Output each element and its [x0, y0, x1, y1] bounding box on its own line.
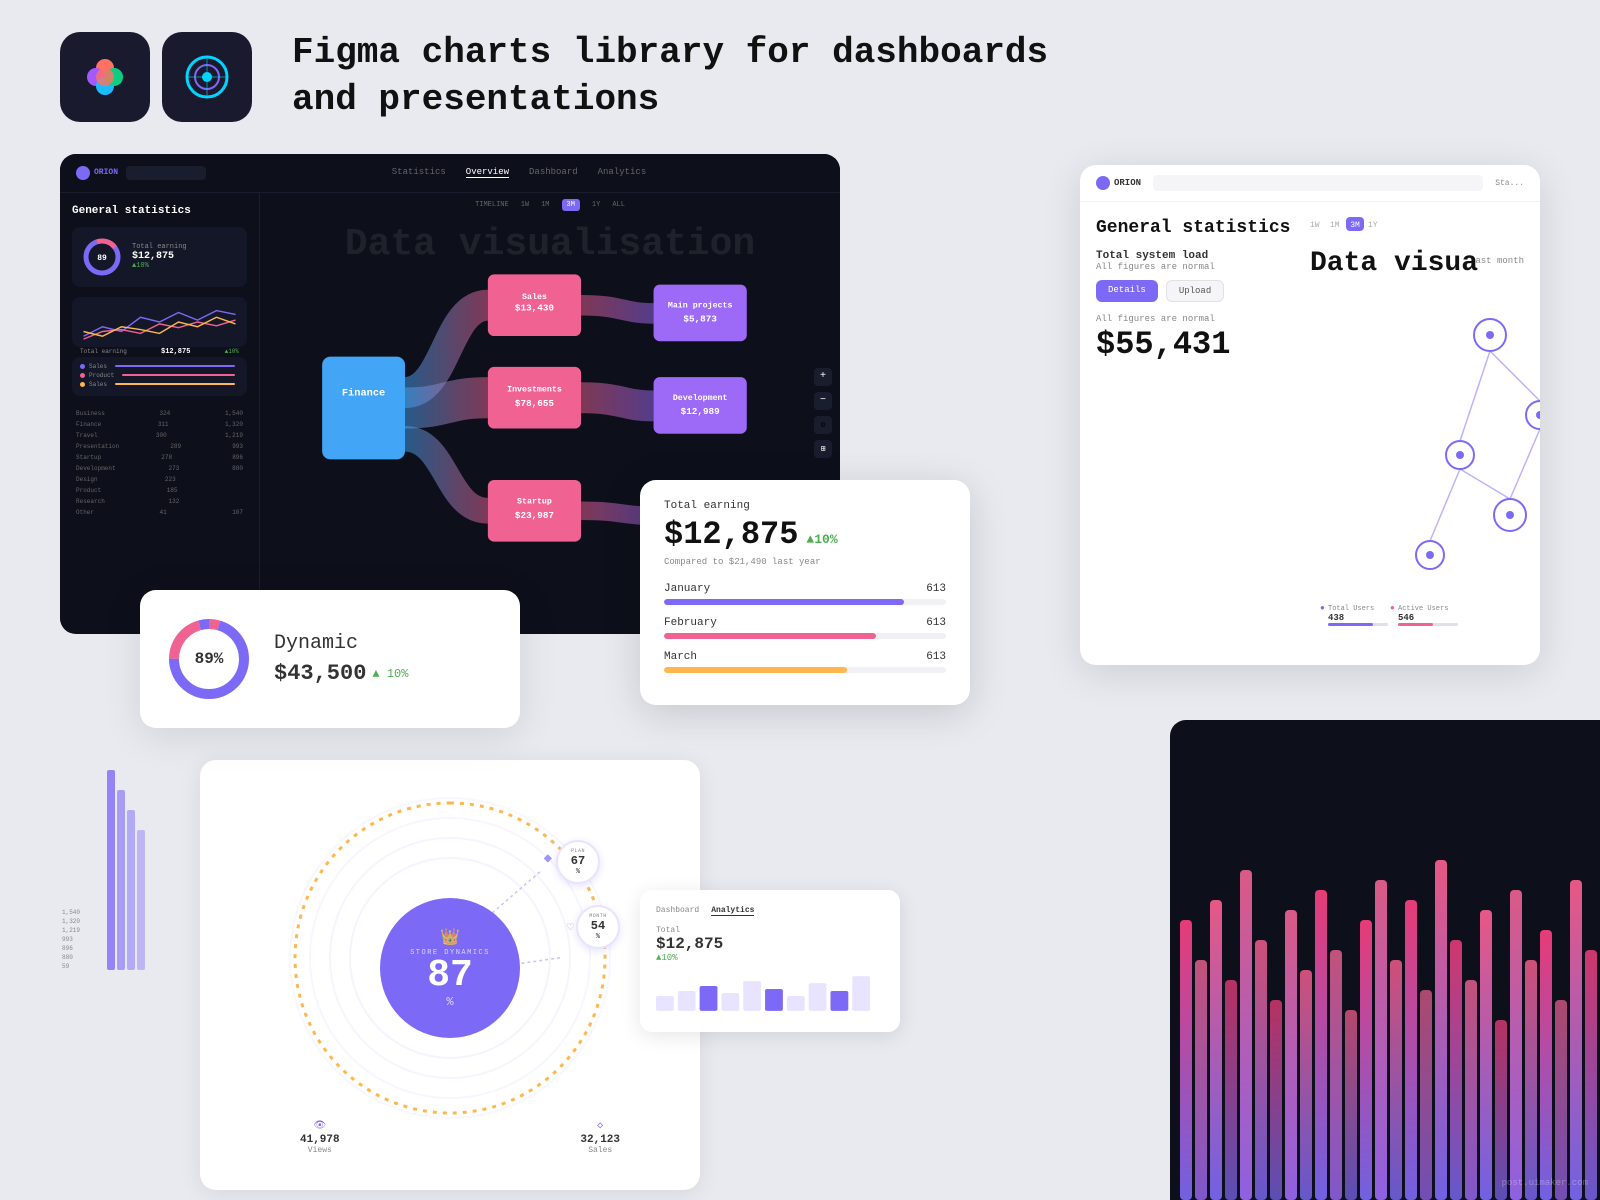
- dash-controls: + − ⚙ ⊞: [814, 368, 832, 458]
- plan-badge: PLAN 67 %: [556, 840, 600, 884]
- svg-text:Total Users: Total Users: [1328, 605, 1374, 613]
- lbc-pct-row: ▲10%: [656, 953, 884, 963]
- lbc-nav-analytics[interactable]: Analytics: [711, 906, 754, 916]
- earning-info: Total earning: [132, 243, 187, 251]
- general-stats-title-dark: General statistics: [72, 205, 247, 217]
- total-earning-card: Total earning $12,875 ▲10% Compared to $…: [640, 480, 970, 705]
- header-title: Figma charts library for dashboards and …: [292, 30, 1048, 124]
- month-badge: MONTH 54 %: [576, 905, 620, 949]
- svg-text:●: ●: [1320, 604, 1325, 613]
- lbc-total-label: Total: [656, 926, 884, 935]
- te-label: Total earning: [664, 500, 946, 512]
- svg-text:3M: 3M: [1350, 221, 1360, 230]
- legend-items: Sales Product Sales: [72, 357, 247, 396]
- timeline-bar: TIMELINE 1W 1M 3M 1Y ALL: [260, 193, 840, 217]
- left-bar-section: 1,540 1,320 1,219 993 896 880 59: [62, 750, 152, 970]
- dynamic-info: Dynamic $43,500 ▲ 10%: [274, 632, 496, 686]
- tl-1m[interactable]: 1M: [541, 201, 549, 209]
- dash-nav-center: Statistics Overview Dashboard Analytics: [214, 167, 824, 178]
- network-graph: 1W 1M 3M 1Y Data visua: [1310, 215, 1540, 635]
- svg-text:●: ●: [1390, 604, 1395, 613]
- dynamic-card: 89% Dynamic $43,500 ▲ 10%: [140, 590, 520, 728]
- light-bottom-card: Dashboard Analytics Total $12,875 ▲10%: [640, 890, 900, 1032]
- te-amount-row: $12,875 ▲10%: [664, 516, 946, 553]
- svg-text:Startup: Startup: [517, 497, 552, 506]
- dyn-pct: ▲ 10%: [372, 667, 408, 681]
- month-february: February 613: [664, 617, 946, 639]
- light-dashboard: ORION Sta... General statistics Total sy…: [1080, 165, 1540, 665]
- tl-3m[interactable]: 3M: [562, 199, 580, 211]
- table-mini: Business3241,540 Finance3111,320 Travel3…: [72, 404, 247, 522]
- dash-search: [126, 166, 206, 180]
- views-section: 👁 41,978 Views: [300, 1120, 340, 1155]
- svg-text:1W: 1W: [1310, 221, 1320, 230]
- orion-logo: [162, 32, 252, 122]
- svg-text:Data visua: Data visua: [1310, 248, 1478, 279]
- donut-wrapper: 89%: [164, 614, 254, 704]
- tl-1y[interactable]: 1Y: [592, 201, 600, 209]
- store-dynamics-circle: 👑 STORE DYNAMICS 87 %: [380, 898, 520, 1038]
- te-amount: $12,875: [664, 516, 798, 553]
- tl-1w[interactable]: 1W: [521, 201, 529, 209]
- lbc-nav: Dashboard Analytics: [656, 906, 884, 916]
- svg-text:Investments: Investments: [507, 385, 562, 394]
- watermark: post.uimaker.com: [1502, 1178, 1588, 1188]
- nav-analytics[interactable]: Analytics: [598, 167, 647, 178]
- tl-all[interactable]: ALL: [612, 201, 625, 209]
- svg-text:546: 546: [1398, 613, 1414, 623]
- svg-text:1M: 1M: [1330, 221, 1340, 230]
- te-pct: ▲10%: [806, 532, 837, 547]
- nav-dashboard[interactable]: Dashboard: [529, 167, 578, 178]
- lbc-nav-dashboard[interactable]: Dashboard: [656, 906, 699, 916]
- light-nav: ORION Sta...: [1080, 165, 1540, 202]
- dash-nav: ORION Statistics Overview Dashboard Anal…: [60, 154, 840, 193]
- upload-button[interactable]: Upload: [1166, 280, 1224, 302]
- zoom-out[interactable]: −: [814, 392, 832, 410]
- sales-section: ◇ 32,123 Sales: [580, 1120, 620, 1155]
- lbc-pct: ▲10%: [656, 953, 678, 963]
- svg-text:1Y: 1Y: [1368, 221, 1378, 230]
- month-january: January 613: [664, 583, 946, 605]
- figma-logo: [60, 32, 150, 122]
- nav-statistics[interactable]: Statistics: [392, 167, 446, 178]
- svg-text:$12,989: $12,989: [681, 406, 720, 417]
- dash-logo: ORION: [76, 166, 118, 180]
- chart-mini: Total earning $12,875 ▲10%: [72, 297, 247, 347]
- svg-text:438: 438: [1328, 613, 1344, 623]
- svg-text:Finance: Finance: [342, 387, 385, 399]
- settings-btn[interactable]: ⚙: [814, 416, 832, 434]
- earning-val: $12,875: [132, 251, 187, 262]
- logo-container: [60, 32, 252, 122]
- donut-center-text: 89%: [195, 650, 224, 668]
- details-button[interactable]: Details: [1096, 280, 1158, 302]
- zoom-in[interactable]: +: [814, 368, 832, 386]
- dark-bar-chart: post.uimaker.com: [1170, 720, 1600, 1200]
- lbc-chart: [656, 971, 884, 1011]
- filter-btn[interactable]: ⊞: [814, 440, 832, 458]
- dyn-amount: $43,500: [274, 661, 366, 686]
- earning-up: ▲10%: [132, 262, 187, 270]
- diamond-icon: ◆: [544, 850, 552, 867]
- svg-text:89: 89: [97, 254, 107, 263]
- svg-text:$13,430: $13,430: [515, 302, 555, 313]
- dyn-title: Dynamic: [274, 632, 496, 655]
- svg-text:Main projects: Main projects: [668, 300, 733, 310]
- store-dynamics-card: 👑 STORE DYNAMICS 87 % PLAN 67 % ◆ MONTH …: [200, 760, 700, 1190]
- svg-text:Development: Development: [673, 392, 728, 402]
- header: Figma charts library for dashboards and …: [0, 0, 1600, 154]
- svg-text:$23,987: $23,987: [515, 510, 554, 521]
- svg-text:$78,655: $78,655: [515, 398, 555, 409]
- month-march: March 613: [664, 651, 946, 673]
- heart-icon: ♡: [567, 920, 574, 935]
- svg-text:Active Users: Active Users: [1398, 605, 1448, 613]
- te-compare: Compared to $21,490 last year: [664, 557, 946, 567]
- lbc-amount: $12,875: [656, 935, 884, 953]
- nav-overview[interactable]: Overview: [466, 167, 509, 178]
- svg-text:Sales: Sales: [522, 292, 547, 302]
- donut-section: 89 Total earning $12,875 ▲10%: [72, 227, 247, 287]
- svg-text:$5,873: $5,873: [683, 313, 717, 324]
- dash-sidebar: General statistics 89 Total earning $12,…: [60, 193, 260, 633]
